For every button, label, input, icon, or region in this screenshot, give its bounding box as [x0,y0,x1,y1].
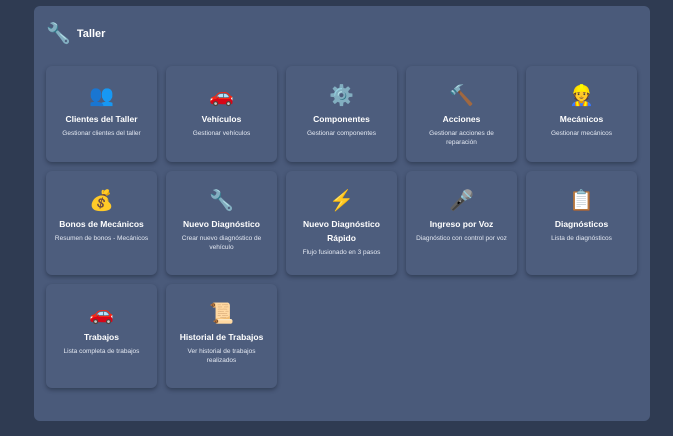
card-trabajos[interactable]: 🚗 Trabajos Lista completa de trabajos [46,284,157,388]
car-icon: 🚗 [209,85,234,107]
page-title: Taller [76,28,106,40]
wrench-icon: 🔧 [209,190,234,212]
card-componentes[interactable]: ⚙️ Componentes Gestionar componentes [286,66,397,162]
card-diagnosticos[interactable]: 📋 Diagnósticos Lista de diagnósticos [526,171,637,275]
microphone-icon: 🎤 [449,190,474,212]
card-label: Bonos de Mecánicos [59,219,144,229]
card-label: Clientes del Taller [65,114,138,124]
card-label: Componentes [313,114,370,124]
card-label: Nuevo Diagnóstico Rápido [303,219,380,243]
card-description: Diagnóstico con control por voz [416,235,507,242]
card-ingreso-por-voz[interactable]: 🎤 Ingreso por Voz Diagnóstico con contro… [406,171,517,275]
hammer-icon: 🔨 [449,85,474,107]
scroll-icon: 📜 [209,303,234,325]
card-nuevo-diagnostico[interactable]: 🔧 Nuevo Diagnóstico Crear nuevo diagnóst… [166,171,277,275]
car-icon: 🚗 [89,303,114,325]
clipboard-icon: 📋 [569,190,594,212]
card-label: Mecánicos [559,114,604,124]
people-icon: 👥 [89,85,114,107]
card-historial-trabajos[interactable]: 📜 Historial de Trabajos Ver historial de… [166,284,277,388]
card-label: Diagnósticos [554,219,609,229]
card-description: Resumen de bonos - Mecánicos [54,235,149,242]
module-grid: 👥 Clientes del Taller Gestionar clientes… [46,66,637,388]
card-description: Gestionar acciones de reparación [429,130,494,146]
money-bag-icon: 💰 [89,190,114,212]
card-description: Ver historial de trabajos realizados [187,348,256,364]
card-label: Vehículos [201,114,242,124]
card-description: Lista completa de trabajos [63,348,140,355]
card-label: Nuevo Diagnóstico [183,219,260,229]
card-description: Gestionar componentes [306,130,376,137]
lightning-icon: ⚡ [329,190,354,212]
gear-icon: ⚙️ [329,85,354,107]
card-mecanicos[interactable]: 👷 Mecánicos Gestionar mecánicos [526,66,637,162]
card-nuevo-diagnostico-rapido[interactable]: ⚡ Nuevo Diagnóstico Rápido Flujo fusiona… [286,171,397,275]
card-description: Flujo fusionado en 3 pasos [302,249,381,256]
card-description: Lista de diagnósticos [551,235,612,242]
card-label: Trabajos [84,332,119,342]
card-clientes[interactable]: 👥 Clientes del Taller Gestionar clientes… [46,66,157,162]
card-label: Ingreso por Voz [429,219,494,229]
card-description: Gestionar vehículos [192,130,251,137]
mechanic-icon: 👷 [569,85,594,107]
card-description: Gestionar clientes del taller [62,130,141,137]
page-header: 🔧 Taller [46,22,105,46]
card-description: Crear nuevo diagnóstico de vehículo [181,235,262,251]
card-description: Gestionar mecánicos [550,130,613,137]
main-panel: 🔧 Taller 👥 Clientes del Taller Gestionar… [34,6,650,421]
card-vehiculos[interactable]: 🚗 Vehículos Gestionar vehículos [166,66,277,162]
card-acciones[interactable]: 🔨 Acciones Gestionar acciones de reparac… [406,66,517,162]
card-label: Historial de Trabajos [179,332,264,342]
card-label: Acciones [442,114,481,124]
card-bonos-mecanicos[interactable]: 💰 Bonos de Mecánicos Resumen de bonos - … [46,171,157,275]
wrench-icon: 🔧 [46,23,71,45]
